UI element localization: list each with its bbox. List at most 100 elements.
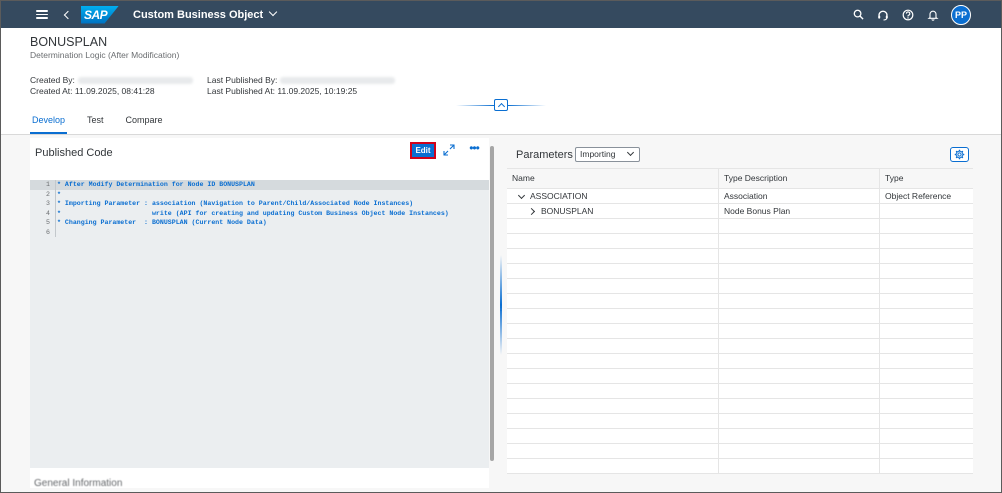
created-by-label: Created By: bbox=[30, 75, 75, 85]
row-type bbox=[880, 204, 973, 218]
chevron-down-icon bbox=[626, 148, 635, 157]
created-info: Created By: Created At: 11.09.2025, 08:4… bbox=[30, 75, 193, 97]
empty-table-row bbox=[507, 444, 973, 459]
sap-logo-text: SAP bbox=[84, 7, 108, 22]
column-header-type[interactable]: Type bbox=[880, 169, 973, 188]
empty-table-row bbox=[507, 309, 973, 324]
row-name: ASSOCIATION bbox=[530, 191, 588, 201]
object-header: BONUSPLAN Determination Logic (After Mod… bbox=[1, 28, 1001, 134]
line-number: 5 bbox=[46, 219, 50, 226]
section-title-general-information: General Information bbox=[34, 478, 123, 489]
notification-icon[interactable] bbox=[926, 8, 940, 22]
sap-logo[interactable]: SAP bbox=[81, 5, 119, 24]
empty-table-row bbox=[507, 264, 973, 279]
published-info: Last Published By: Last Published At: 11… bbox=[207, 75, 396, 97]
info-icon[interactable] bbox=[901, 8, 915, 22]
table-settings-button[interactable] bbox=[950, 147, 969, 162]
code-text: * After Modify Determination for Node ID… bbox=[57, 181, 255, 188]
empty-table-row bbox=[507, 279, 973, 294]
page-subtitle: Determination Logic (After Modification) bbox=[30, 50, 180, 60]
collapse-header-button[interactable] bbox=[494, 99, 508, 111]
code-text: * bbox=[57, 190, 61, 198]
row-type: Object Reference bbox=[885, 191, 952, 201]
code-editor[interactable]: 1 * After Modify Determination for Node … bbox=[30, 180, 489, 468]
empty-table-row bbox=[507, 294, 973, 309]
line-number: 2 bbox=[46, 190, 50, 198]
back-icon[interactable] bbox=[62, 10, 72, 20]
empty-table-row bbox=[507, 219, 973, 234]
last-published-at-label: Last Published At: bbox=[207, 86, 276, 96]
empty-table-row bbox=[507, 429, 973, 444]
chevron-down-icon[interactable] bbox=[269, 9, 277, 17]
help-icon[interactable] bbox=[876, 8, 890, 22]
empty-table-row bbox=[507, 459, 973, 474]
column-header-name[interactable]: Name bbox=[507, 169, 719, 188]
empty-table-row bbox=[507, 384, 973, 399]
page-title: BONUSPLAN bbox=[30, 35, 108, 49]
parameters-header: Parameters Importing bbox=[507, 138, 973, 168]
empty-table-row bbox=[507, 399, 973, 414]
code-line[interactable]: 2 * bbox=[30, 189, 489, 199]
line-number: 4 bbox=[46, 209, 50, 217]
shell-bar: SAP Custom Business Object PP bbox=[1, 1, 1001, 28]
content-area: Published Code Edit ••• 1 * After Modify… bbox=[1, 135, 1001, 492]
code-text: * Importing Parameter : association (Nav… bbox=[57, 200, 414, 207]
app-title[interactable]: Custom Business Object bbox=[133, 9, 263, 21]
panel-splitter[interactable]: · · · bbox=[499, 135, 503, 492]
app-window: SAP Custom Business Object PP BONUSPLAN … bbox=[0, 0, 1002, 493]
code-line[interactable]: 6 bbox=[30, 227, 489, 237]
code-line[interactable]: 5 * Changing Parameter : BONUSPLAN (Curr… bbox=[30, 218, 489, 228]
created-at-value: 11.09.2025, 08:41:28 bbox=[74, 86, 155, 96]
parameters-table: Name Type Description Type ASSOCIATION A… bbox=[507, 168, 973, 474]
edit-button[interactable]: Edit bbox=[410, 142, 436, 159]
code-panel-title: Published Code bbox=[35, 147, 113, 159]
code-line[interactable]: 4 * write (API for creating and updating… bbox=[30, 208, 489, 218]
more-icon[interactable]: ••• bbox=[467, 142, 481, 156]
search-icon[interactable] bbox=[851, 8, 865, 22]
empty-table-row bbox=[507, 369, 973, 384]
line-number: 6 bbox=[46, 228, 50, 236]
empty-table-row bbox=[507, 324, 973, 339]
empty-table-row bbox=[507, 414, 973, 429]
code-line[interactable]: 3 * Importing Parameter : association (N… bbox=[30, 199, 489, 209]
expand-icon[interactable] bbox=[443, 144, 455, 156]
table-header-row: Name Type Description Type bbox=[507, 169, 973, 189]
empty-table-row bbox=[507, 354, 973, 369]
column-header-type-description[interactable]: Type Description bbox=[719, 169, 880, 188]
collapse-line bbox=[508, 105, 546, 106]
empty-table-row bbox=[507, 249, 973, 264]
parameters-title: Parameters bbox=[516, 149, 573, 161]
empty-table-row bbox=[507, 234, 973, 249]
avatar[interactable]: PP bbox=[951, 4, 971, 25]
created-at-label: Created At: bbox=[30, 86, 73, 96]
code-panel-header: Published Code Edit ••• bbox=[30, 138, 489, 172]
gear-icon bbox=[954, 149, 965, 160]
row-desc: Association bbox=[719, 189, 880, 203]
redacted-value bbox=[280, 77, 396, 85]
select-value: Importing bbox=[580, 149, 616, 159]
row-name: BONUSPLAN bbox=[541, 206, 594, 216]
collapse-line bbox=[456, 105, 494, 106]
redacted-value bbox=[77, 77, 193, 85]
expand-node-icon[interactable] bbox=[529, 208, 536, 215]
table-row[interactable]: ASSOCIATION Association Object Reference bbox=[507, 189, 973, 204]
menu-icon[interactable] bbox=[36, 10, 48, 19]
line-number: 1 bbox=[46, 181, 50, 188]
code-text: * Changing Parameter : BONUSPLAN (Curren… bbox=[57, 219, 267, 226]
tab-test[interactable]: Test bbox=[85, 113, 106, 134]
last-published-at-value: 11.09.2025, 10:19:25 bbox=[277, 86, 358, 96]
code-text: * write (API for creating and updating C… bbox=[57, 209, 449, 217]
line-number: 3 bbox=[46, 200, 50, 207]
tab-develop[interactable]: Develop bbox=[30, 113, 68, 134]
tab-compare[interactable]: Compare bbox=[124, 113, 165, 134]
table-row[interactable]: BONUSPLAN Node Bonus Plan bbox=[507, 204, 973, 219]
vertical-scrollbar[interactable] bbox=[490, 146, 494, 461]
code-panel: Published Code Edit ••• 1 * After Modify… bbox=[30, 138, 494, 489]
name-cell: BONUSPLAN bbox=[507, 204, 719, 218]
name-cell: ASSOCIATION bbox=[507, 189, 719, 203]
parameters-panel: Parameters Importing Name Type Descripti… bbox=[507, 138, 973, 488]
splitter-grip-icon[interactable]: · · · bbox=[499, 301, 503, 315]
collapse-node-icon[interactable] bbox=[518, 193, 525, 200]
code-line[interactable]: 1 * After Modify Determination for Node … bbox=[30, 180, 489, 190]
parameter-type-select[interactable]: Importing bbox=[575, 147, 640, 162]
